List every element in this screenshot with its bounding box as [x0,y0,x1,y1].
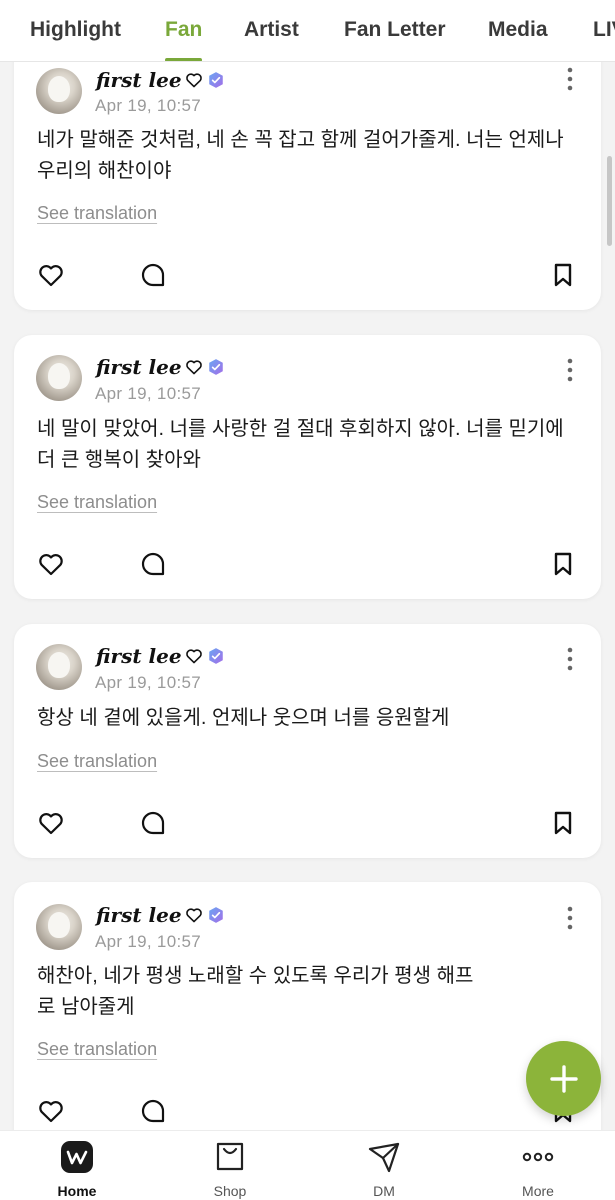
verified-badge-icon [208,648,223,664]
top-tab-bar: Highlight Fan Artist Fan Letter Media LI… [0,0,615,62]
more-horizontal-icon [522,1152,554,1162]
post-date: Apr 19, 10:57 [95,932,201,951]
post-card: first lee Apr 19, 10:57 네 말이 맞았어. 너를 사랑한… [14,335,601,599]
more-vertical-icon[interactable] [561,66,579,92]
avatar[interactable] [36,355,82,401]
comment-icon[interactable] [139,261,167,289]
post-author[interactable]: first lee [96,903,225,927]
nav-home[interactable]: Home [17,1131,137,1200]
post-card: first lee Apr 19, 10:57 해찬아, 네가 평생 노래할 수… [14,882,601,1130]
tab-media[interactable]: Media [488,18,548,42]
comment-icon[interactable] [139,550,167,578]
see-translation-link[interactable]: See translation [37,1039,157,1060]
post-card: first lee Apr 19, 10:57 네가 말해준 것처럼, 네 손 … [14,62,601,310]
paper-plane-icon [368,1142,400,1173]
scrollbar[interactable] [607,156,612,246]
avatar[interactable] [36,68,82,114]
see-translation-link[interactable]: See translation [37,203,157,224]
tab-highlight[interactable]: Highlight [30,18,121,42]
more-vertical-icon[interactable] [561,646,579,672]
avatar[interactable] [36,904,82,950]
avatar[interactable] [36,644,82,690]
tab-artist[interactable]: Artist [244,18,299,42]
more-vertical-icon[interactable] [561,905,579,931]
post-date: Apr 19, 10:57 [95,96,201,115]
comment-icon[interactable] [139,809,167,837]
post-body: 항상 네 곁에 있을게. 언제나 웃으며 너를 응원할게 [37,707,450,729]
author-name: first lee [96,903,182,927]
post-author[interactable]: first lee [96,355,225,379]
heart-icon[interactable] [37,261,65,289]
more-vertical-icon[interactable] [561,357,579,383]
heart-icon[interactable] [37,1097,65,1125]
see-translation-link[interactable]: See translation [37,751,157,772]
heart-emoji-icon [185,649,202,664]
post-card: first lee Apr 19, 10:57 항상 네 곁에 있을게. 언제나… [14,624,601,858]
bookmark-icon[interactable] [549,550,577,578]
heart-emoji-icon [185,908,202,923]
verified-badge-icon [208,359,223,375]
heart-emoji-icon [185,360,202,375]
tab-live[interactable]: LIVE [593,18,615,42]
shopping-bag-icon [216,1142,244,1171]
post-date: Apr 19, 10:57 [95,384,201,403]
post-body: 해찬아, 네가 평생 노래할 수 있도록 우리가 평생 해프 로 남아줄게 [37,965,474,1018]
nav-dm-label: DM [373,1183,395,1199]
weverse-home-icon [61,1141,93,1173]
comment-icon[interactable] [139,1097,167,1125]
fan-feed: first lee Apr 19, 10:57 네가 말해준 것처럼, 네 손 … [0,62,615,1130]
nav-more[interactable]: More [478,1131,598,1200]
nav-shop-label: Shop [213,1183,247,1199]
create-post-button[interactable] [526,1041,601,1116]
author-name: first lee [96,68,182,92]
post-author[interactable]: first lee [96,644,225,668]
verified-badge-icon [208,907,223,923]
see-translation-link[interactable]: See translation [37,492,157,513]
author-name: first lee [96,355,182,379]
nav-home-label: Home [57,1183,97,1199]
bookmark-icon[interactable] [549,261,577,289]
bookmark-icon[interactable] [549,809,577,837]
verified-badge-icon [208,72,223,88]
nav-dm[interactable]: DM [324,1131,444,1200]
tab-fan[interactable]: Fan [165,18,202,42]
post-body: 네가 말해준 것처럼, 네 손 꼭 잡고 함께 걸어가줄게. 너는 언제나 우리… [37,129,564,182]
post-date: Apr 19, 10:57 [95,673,201,692]
post-author[interactable]: first lee [96,68,225,92]
heart-emoji-icon [185,73,202,88]
nav-more-label: More [522,1183,554,1199]
tab-fan-letter[interactable]: Fan Letter [344,18,446,42]
active-tab-indicator [165,58,202,61]
author-name: first lee [96,644,182,668]
post-body: 네 말이 맞았어. 너를 사랑한 걸 절대 후회하지 않아. 너를 믿기에 더 … [37,418,564,471]
heart-icon[interactable] [37,809,65,837]
heart-icon[interactable] [37,550,65,578]
nav-shop[interactable]: Shop [170,1131,290,1200]
bottom-navigation: Home Shop DM More [0,1130,615,1200]
plus-icon [549,1064,578,1093]
